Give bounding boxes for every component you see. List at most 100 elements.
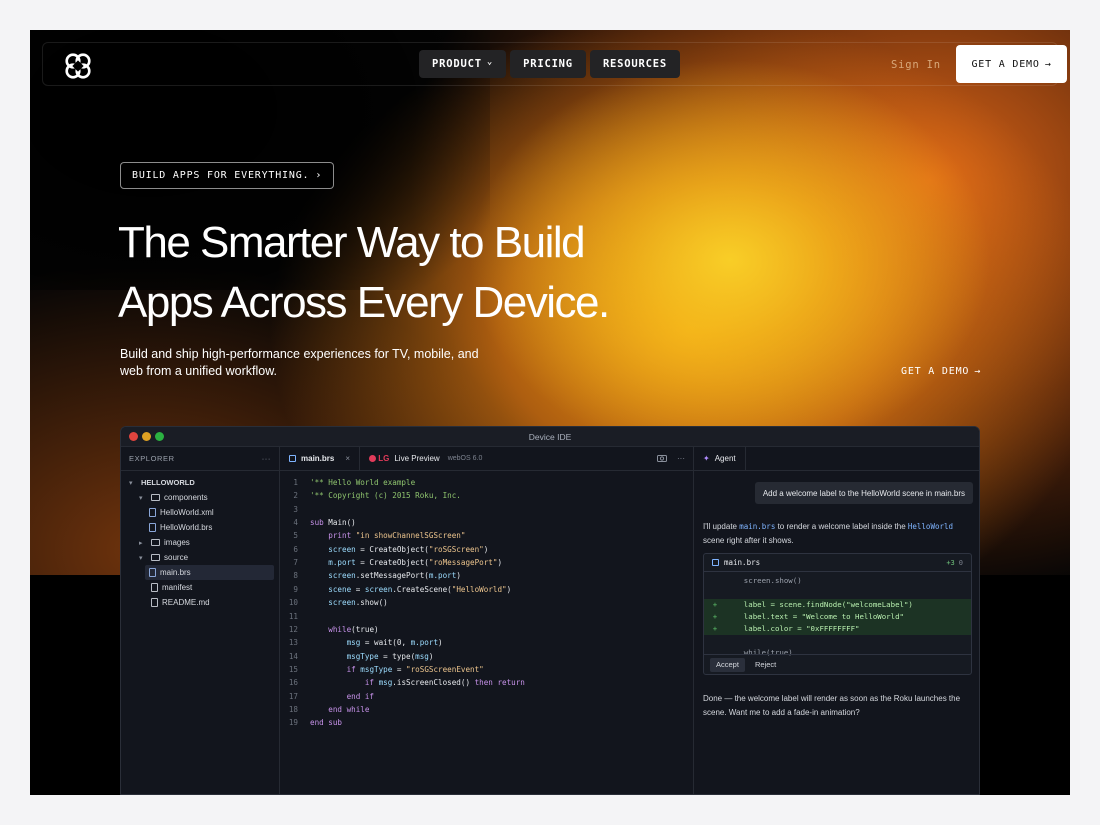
tab-live-preview[interactable]: LG Live Preview webOS 6.0 — [360, 447, 491, 471]
line-number: 6 — [293, 544, 298, 554]
close-icon[interactable]: × — [345, 454, 350, 463]
code-token: Main() — [328, 518, 356, 528]
line-number: 1 — [293, 478, 298, 487]
more-icon[interactable]: ··· — [262, 454, 271, 463]
code-token: print — [310, 531, 356, 541]
code-line: 4 sub Main() — [280, 518, 356, 531]
device-ide-window: Device IDE EXPLORER ··· ▾ HELLOWORLD ▾ comp… — [120, 426, 980, 795]
code-line: 9 scene = screen.CreateScene("HelloWorld… — [280, 585, 511, 598]
code-token: ) — [497, 558, 503, 568]
code-token: "in showChannelSGScreen" — [355, 531, 466, 541]
folder-icon — [151, 539, 160, 546]
tree-item[interactable]: manifest — [139, 580, 192, 595]
code-token: '** Hello World example — [310, 478, 416, 487]
hero-get-demo-link[interactable]: GET A DEMO → — [901, 366, 981, 377]
line-number: 19 — [288, 718, 298, 728]
tree-item-label: HELLOWORLD — [141, 478, 195, 487]
nav-resources-button[interactable]: RESOURCES — [589, 50, 681, 78]
code-token: sub — [310, 518, 329, 528]
diff-stats: +3 0 — [946, 559, 963, 567]
tree-item[interactable]: ▸ images — [139, 535, 190, 550]
line-number: 12 — [288, 624, 298, 634]
code-token: (true) — [351, 624, 379, 634]
code-editor-panel: main.brs × LG Live Preview webOS 6.0 ··· — [280, 446, 694, 794]
tree-item-label: HelloWorld.xml — [160, 508, 214, 517]
tab-label: Live Preview — [394, 454, 440, 463]
sparkle-icon: ✦ — [703, 454, 710, 463]
diff-context-line — [704, 635, 971, 647]
folder-icon — [151, 554, 160, 561]
camera-icon[interactable] — [657, 454, 667, 464]
diff-context-line: screen.show() — [704, 575, 971, 587]
code-diff-card: main.brs +3 0 screen.show() + label = sce… — [703, 553, 972, 675]
code-token: end sub — [310, 718, 343, 728]
code-line: 6 screen = CreateObject("roSGScreen") — [280, 545, 488, 558]
diff-text: screen.show() — [726, 576, 802, 586]
code-token: .show() — [355, 598, 388, 608]
tree-item-label: HelloWorld.brs — [160, 523, 213, 532]
code-line: 7 m.port = CreateObject("roMessagePort") — [280, 558, 502, 571]
line-number: 9 — [293, 584, 298, 594]
announcement-pill[interactable]: BUILD APPS FOR EVERYTHING. › — [120, 162, 335, 189]
code-token: m.port — [310, 558, 356, 568]
tab-label: main.brs — [301, 454, 335, 463]
nav-menu: PRODUCT ⌄ PRICING RESOURCES — [419, 50, 681, 78]
tree-item[interactable]: main.brs — [145, 565, 274, 580]
code-token: then return — [474, 678, 525, 688]
reject-button[interactable]: Reject — [749, 658, 782, 672]
diff-context-line — [704, 587, 971, 599]
tree-item[interactable]: HelloWorld.brs — [149, 520, 212, 535]
reply-code: HelloWorld — [907, 522, 954, 531]
more-icon[interactable]: ··· — [677, 454, 685, 464]
page-frame: PRODUCT ⌄ PRICING RESOURCES Sign In GET … — [30, 30, 1070, 795]
code-line: 13 msg = wait(0, m.port) — [280, 638, 443, 651]
chevron-down-icon: ▾ — [139, 554, 143, 562]
tree-item-label: README.md — [162, 598, 210, 607]
code-token: .setMessagePort( — [355, 571, 429, 581]
headline-line-1: The Smarter Way to Build — [118, 218, 586, 267]
editor-tab-bar: main.brs × LG Live Preview webOS 6.0 ··· — [280, 446, 693, 471]
tree-item[interactable]: HelloWorld.xml — [149, 505, 214, 520]
diff-header: main.brs +3 0 — [704, 554, 971, 572]
diff-text: label.text = "Welcome to HelloWorld" — [726, 612, 904, 622]
agent-tab-bar: ✦ Agent — [694, 446, 979, 471]
code-token: "roSGScreen" — [428, 544, 484, 554]
explorer-header: EXPLORER ··· — [121, 447, 279, 471]
code-line: 16 if msg.isScreenClosed() then return — [280, 678, 525, 691]
agent-reply-2: Done — the welcome label will render as … — [703, 694, 961, 717]
code-token: '** Copyright (c) 2015 Roku, Inc. — [310, 491, 461, 501]
line-number: 14 — [288, 651, 298, 661]
tree-item[interactable]: ▾ source — [139, 550, 188, 565]
chevron-down-icon: ▾ — [139, 494, 143, 502]
tree-item[interactable]: ▾ HELLOWORLD — [129, 475, 195, 490]
user-message-bubble: Add a welcome label to the HelloWorld sc… — [754, 482, 973, 504]
line-content: end if — [310, 692, 374, 705]
code-token: msgType — [310, 651, 379, 661]
nav-get-demo-button[interactable]: GET A DEMO → — [956, 45, 1067, 83]
tab-main-brs[interactable]: main.brs × — [280, 446, 361, 471]
tree-item[interactable]: ▾ components — [139, 490, 208, 505]
code-token: ) — [438, 638, 443, 648]
nav-product-button[interactable]: PRODUCT ⌄ — [419, 50, 507, 78]
code-token: .CreateScene( — [392, 584, 452, 594]
nav-resources-label: RESOURCES — [602, 58, 668, 70]
brand-logo-icon[interactable] — [63, 51, 93, 81]
line-content: m.port = CreateObject("roMessagePort") — [310, 558, 502, 571]
diff-removed-count: 0 — [958, 558, 963, 567]
diff-marker: + — [712, 612, 718, 622]
tab-agent[interactable]: ✦ Agent — [694, 446, 746, 471]
code-token: if — [310, 664, 361, 674]
tree-item-label: source — [164, 553, 189, 562]
line-content: screen.show() — [310, 598, 388, 611]
code-token: end while — [310, 704, 370, 714]
code-token: m.port — [428, 571, 457, 581]
sign-in-link[interactable]: Sign In — [891, 59, 941, 71]
accept-button[interactable]: Accept — [710, 657, 745, 672]
code-token: = type( — [378, 651, 416, 661]
code-token: ) — [428, 651, 434, 661]
line-number: 16 — [288, 678, 298, 688]
line-number: 15 — [288, 664, 298, 674]
code-token: screen — [310, 571, 356, 581]
tree-item[interactable]: README.md — [139, 595, 210, 610]
nav-pricing-button[interactable]: PRICING — [510, 50, 586, 78]
